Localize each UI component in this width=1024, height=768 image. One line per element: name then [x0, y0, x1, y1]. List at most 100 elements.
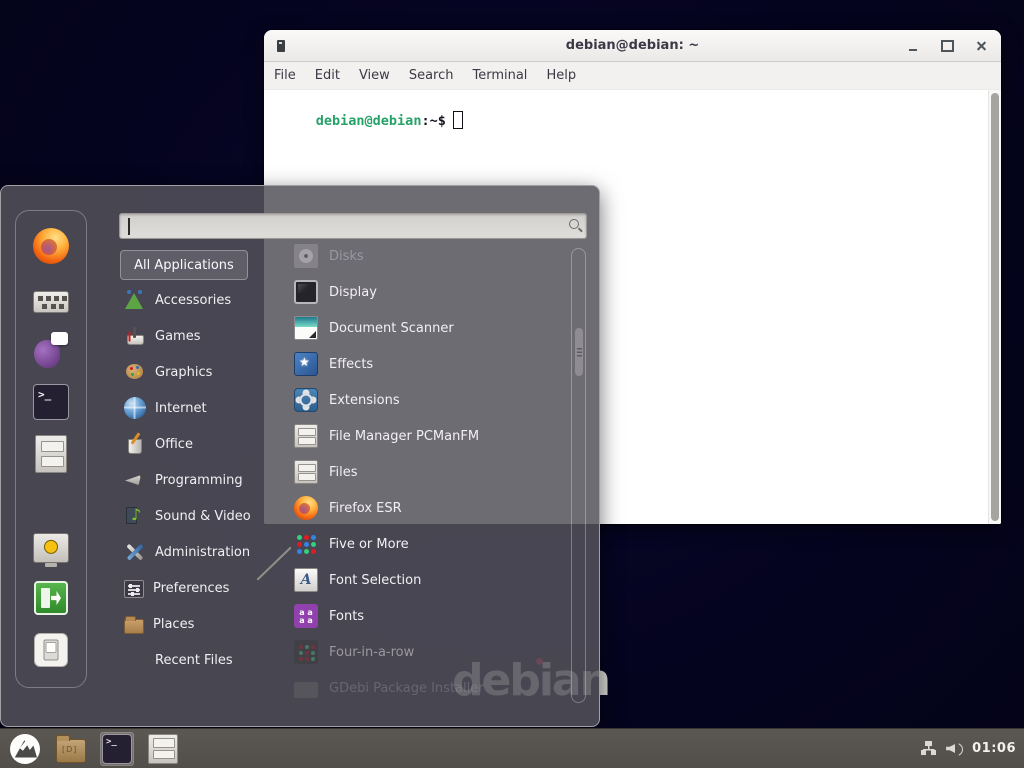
cabinet-icon [294, 460, 318, 484]
firefox-icon [294, 496, 318, 520]
application-item[interactable]: Font Selection [283, 562, 559, 598]
favorite-launcher[interactable] [32, 383, 70, 421]
display-icon [294, 280, 318, 304]
category-item[interactable]: Games [120, 318, 280, 354]
application-list: Disks Display Document Scanner Effects E… [283, 238, 559, 708]
category-item[interactable]: Places [120, 606, 280, 642]
effects-icon [294, 352, 318, 376]
category-item[interactable]: Recent Files [120, 642, 280, 678]
gdebi-icon [294, 682, 318, 698]
menubar-item[interactable]: File [274, 68, 296, 83]
cabinet-icon [294, 424, 318, 448]
favorite-launcher[interactable] [32, 227, 70, 265]
text-caret [128, 218, 130, 235]
application-item[interactable]: Four-in-a-row [283, 634, 559, 670]
prompt-user: debian@debian [316, 113, 422, 129]
application-item[interactable]: Display [283, 274, 559, 310]
menu-button[interactable] [8, 732, 42, 766]
preferences-icon [124, 580, 144, 598]
terminal-titlebar[interactable]: debian@debian: ~ [264, 30, 1001, 62]
terminal-icon [33, 384, 69, 420]
session-button[interactable] [32, 527, 70, 565]
application-item[interactable]: Five or More [283, 526, 559, 562]
application-item[interactable]: File Manager PCManFM [283, 418, 559, 454]
application-item[interactable]: Effects [283, 346, 559, 382]
minimize-button[interactable] [901, 34, 925, 58]
terminal-window-icon [277, 40, 285, 52]
menubar-item[interactable]: Help [546, 68, 576, 83]
menu-search-box[interactable] [119, 213, 587, 239]
menubar-item[interactable]: View [359, 68, 390, 83]
menu-scrollbar[interactable] [571, 248, 586, 703]
terminal-scrollbar-thumb[interactable] [991, 93, 999, 521]
cabinet-icon [148, 734, 178, 764]
favorite-launcher[interactable] [32, 279, 70, 317]
application-item[interactable]: Extensions [283, 382, 559, 418]
category-item[interactable]: Administration [120, 534, 280, 570]
application-item[interactable]: Firefox ESR [283, 490, 559, 526]
application-item[interactable]: Fonts [283, 598, 559, 634]
taskbar-launcher[interactable] [100, 732, 134, 766]
prompt-suffix: :~$ [421, 113, 445, 129]
shutdown-icon [34, 633, 68, 667]
application-item[interactable]: GDebi Package Installer [283, 670, 559, 706]
application-item[interactable]: Document Scanner [283, 310, 559, 346]
terminal-prompt: debian@debian:~$ [267, 95, 463, 145]
fiveormore-icon [294, 532, 318, 556]
taskbar-launcher[interactable] [146, 732, 180, 766]
all-applications-button[interactable]: All Applications [120, 250, 248, 280]
network-icon[interactable] [920, 740, 937, 757]
terminal-icon [102, 734, 132, 764]
menubtn-icon [10, 734, 40, 764]
terminal-cursor [453, 111, 463, 129]
firefox-icon [33, 228, 69, 264]
volume-icon[interactable] [946, 740, 963, 757]
category-item[interactable]: Internet [120, 390, 280, 426]
docscanner-icon [294, 316, 318, 340]
search-input[interactable] [120, 214, 586, 238]
taskbar: 01:06 [0, 728, 1024, 768]
programming-icon [124, 469, 146, 491]
session-button[interactable] [32, 631, 70, 669]
menubar-item[interactable]: Search [409, 68, 454, 83]
application-item[interactable]: Files [283, 454, 559, 490]
session-button[interactable] [32, 579, 70, 617]
games-icon [124, 325, 146, 347]
taskbar-launcher[interactable] [54, 732, 88, 766]
soundvideo-icon [124, 505, 146, 527]
category-item[interactable]: Sound & Video [120, 498, 280, 534]
terminal-scrollbar[interactable] [988, 90, 1001, 524]
lockscreen-icon [33, 533, 69, 563]
clock[interactable]: 01:06 [972, 741, 1016, 756]
favorite-launcher[interactable] [32, 331, 70, 369]
category-item[interactable]: Preferences [120, 570, 280, 606]
category-item[interactable]: Programming [120, 462, 280, 498]
favorites-column [15, 210, 87, 688]
search-icon [569, 219, 579, 229]
menu-scrollbar-thumb[interactable] [574, 327, 584, 377]
pidgin-icon [34, 332, 68, 368]
terminal-menubar: File Edit View Search Terminal Help [264, 62, 1001, 90]
keyboard-icon [33, 291, 69, 313]
favorite-launcher[interactable] [32, 435, 70, 473]
close-button[interactable] [969, 34, 993, 58]
menubar-item[interactable]: Edit [315, 68, 340, 83]
cabinet-icon [35, 435, 67, 473]
fonts-icon [294, 604, 318, 628]
taskbar-launchers [54, 732, 180, 766]
application-item[interactable]: Disks [283, 238, 559, 274]
favorites-group [32, 227, 70, 473]
application-menu: All Applications Accessories Games Graph… [0, 185, 600, 727]
menubar-item[interactable]: Terminal [472, 68, 527, 83]
category-item[interactable]: Accessories [120, 282, 280, 318]
fontselection-icon [294, 568, 318, 592]
category-item[interactable]: Graphics [120, 354, 280, 390]
logout-icon [34, 581, 68, 615]
internet-icon [124, 397, 146, 419]
graphics-icon [124, 361, 146, 383]
category-item[interactable]: Office [120, 426, 280, 462]
maximize-button[interactable] [935, 34, 959, 58]
category-list: Accessories Games Graphics Internet Offi… [120, 282, 280, 678]
places-icon [124, 619, 144, 634]
accessories-icon [124, 289, 146, 311]
